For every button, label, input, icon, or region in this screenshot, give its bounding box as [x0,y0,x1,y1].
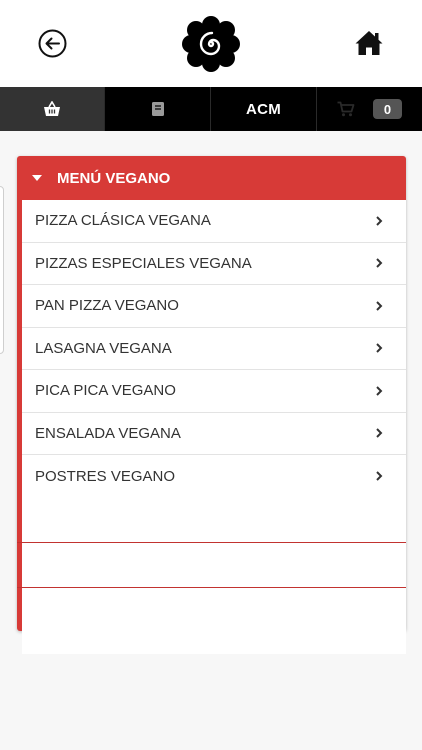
item-label: LASAGNA VEGANA [35,339,172,357]
list-item[interactable]: POSTRES VEGANO [22,455,406,498]
list-item[interactable]: ENSALADA VEGANA [22,413,406,455]
home-icon [355,31,383,55]
item-label: PIZZA CLÁSICA VEGANA [35,212,211,230]
section-header-con-carne[interactable]: MENÚ CON CARNE [17,543,406,587]
caret-down-icon [32,175,42,181]
chevron-right-icon [376,428,383,438]
section-header-bebidas[interactable]: BEBIDAS [17,588,406,631]
nav-tab-cart[interactable]: 0 [317,87,422,131]
cart-count-badge: 0 [373,99,402,119]
list-item[interactable]: PAN PIZZA VEGANO [22,285,406,328]
acm-label: ACM [245,100,282,118]
list-item[interactable]: PIZZA CLÁSICA VEGANA [22,200,406,243]
top-nav-bar: ACM 0 [0,87,422,131]
item-label: PAN PIZZA VEGANO [35,297,179,315]
nav-tab-menu-book[interactable] [105,87,211,131]
side-panel-edge[interactable] [0,186,4,354]
home-button[interactable] [354,29,384,57]
item-label: PICA PICA VEGANO [35,382,176,400]
item-label: PIZZAS ESPECIALES VEGANA [35,254,252,272]
item-label: POSTRES VEGANO [35,467,176,485]
back-button[interactable] [38,29,67,58]
book-icon [151,102,164,116]
list-item[interactable]: PIZZAS ESPECIALES VEGANA [22,243,406,285]
section-title: MENÚ VEGANO [57,169,171,187]
caret-right-icon [34,515,40,525]
category-accordion: MENÚ VEGANO PIZZA CLÁSICA VEGANA PIZZAS … [17,156,406,654]
cart-icon [337,101,355,117]
item-label: ENSALADA VEGANA [35,424,181,442]
nav-tab-shop[interactable] [0,87,105,131]
brand-logo[interactable] [182,16,240,72]
circle-arrow-left-icon [38,29,67,58]
list-item[interactable]: PICA PICA VEGANO [22,370,406,413]
caret-right-icon [34,560,40,570]
section-title: MENÚ VEGETARIANO [57,511,215,529]
section-title: MENÚ CON CARNE [57,556,197,574]
chevron-right-icon [376,386,383,396]
basket-icon [44,101,60,116]
caret-right-icon [34,604,40,615]
spiral-flower-logo [182,16,240,72]
app-header [0,0,422,87]
chevron-right-icon [376,301,383,311]
chevron-right-icon [376,471,383,481]
section-title: BEBIDAS [57,601,125,618]
section-header-vegetariano[interactable]: MENÚ VEGETARIANO [17,498,406,542]
nav-tab-acm[interactable]: ACM [211,87,317,131]
chevron-right-icon [376,343,383,353]
chevron-right-icon [376,216,383,226]
list-item[interactable]: LASAGNA VEGANA [22,328,406,370]
section-header-vegano[interactable]: MENÚ VEGANO [17,156,406,200]
chevron-right-icon [376,258,383,268]
